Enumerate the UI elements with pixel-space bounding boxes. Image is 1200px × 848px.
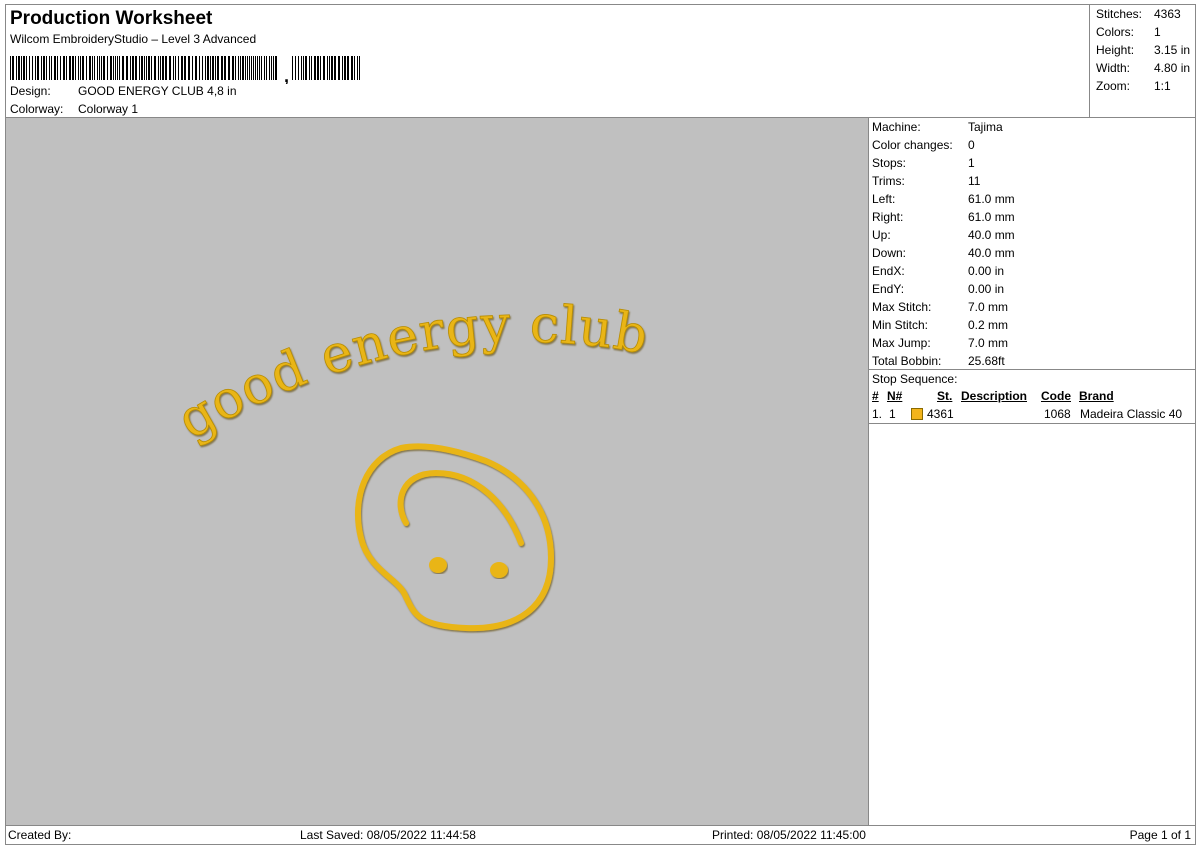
stop-sequence-title: Stop Sequence:: [872, 372, 958, 386]
machine-info-panel: Machine: Tajima Color changes: 0 Stops: 1 T…: [868, 117, 1196, 826]
info-right: Right: 61.0 mm: [872, 210, 1015, 224]
footer: Created By: Last Saved: 08/05/2022 11:44…: [5, 825, 1196, 845]
row-stitches: 4361: [927, 407, 954, 421]
info-endx: EndX: 0.00 in: [872, 264, 1005, 278]
info-left: Left: 61.0 mm: [872, 192, 1015, 206]
stat-height: Height: 3.15 in: [1096, 43, 1191, 57]
info-stops: Stops: 1: [872, 156, 975, 170]
design-preview: good energy club: [5, 117, 869, 826]
smiley-face: [354, 443, 555, 632]
page-number: Page 1 of 1: [1129, 828, 1191, 842]
right-eye: [490, 562, 508, 578]
info-up: Up: 40.0 mm: [872, 228, 1015, 242]
embroidery-artwork: good energy club: [167, 294, 653, 632]
info-min-stitch: Min Stitch: 0.2 mm: [872, 318, 1009, 332]
stat-stitches: Stitches: 4363: [1096, 7, 1181, 21]
software-name: Wilcom EmbroideryStudio – Level 3 Advanc…: [10, 32, 257, 46]
stats-panel: Stitches: 4363 Colors: 1 Height: 3.15 in Wi…: [1089, 4, 1196, 118]
info-max-jump: Max Jump: 7.0 mm: [872, 336, 1009, 350]
info-total-bobbin: Total Bobbin: 25.68ft: [872, 354, 1005, 368]
page-title: Production Worksheet: [10, 8, 213, 29]
row-brand: Madeira Classic 40: [1080, 407, 1183, 421]
design-label: Design:: [10, 84, 51, 98]
col-n: N#: [887, 389, 903, 403]
divider: [869, 369, 1195, 370]
col-st: St.: [937, 389, 953, 403]
row-n: 1: [889, 407, 896, 421]
barcode: ,: [10, 56, 360, 84]
last-saved: Last Saved: 08/05/2022 11:44:58: [300, 828, 476, 842]
info-machine: Machine: Tajima: [872, 120, 1003, 134]
colorway-label: Colorway:: [10, 102, 64, 116]
col-code: Code: [1041, 389, 1071, 403]
row-code: 1068: [1044, 407, 1071, 421]
header-panel: Production Worksheet Wilcom EmbroiderySt…: [5, 4, 1090, 118]
stat-zoom: Zoom: 1:1: [1096, 79, 1171, 93]
stat-width: Width: 4.80 in: [1096, 61, 1191, 75]
colorway-value: Colorway 1: [78, 102, 139, 116]
info-max-stitch: Max Stitch: 7.0 mm: [872, 300, 1009, 314]
col-brand: Brand: [1079, 389, 1114, 403]
colorway-row: Colorway: Colorway 1: [10, 102, 138, 116]
artwork-text: good energy club: [168, 295, 653, 451]
design-value: GOOD ENERGY CLUB 4,8 in: [78, 84, 237, 98]
face-inner-curve: [397, 469, 524, 546]
info-down: Down: 40.0 mm: [872, 246, 1015, 260]
stat-colors: Colors: 1: [1096, 25, 1161, 39]
col-description: Description: [961, 389, 1028, 403]
left-eye: [429, 557, 447, 573]
info-color-changes: Color changes: 0: [872, 138, 975, 152]
printed-date: Printed: 08/05/2022 11:45:00: [712, 828, 866, 842]
col-num: #: [872, 389, 879, 403]
design-row: Design: GOOD ENERGY CLUB 4,8 in: [10, 84, 237, 98]
row-num: 1.: [872, 407, 883, 421]
info-endy: EndY: 0.00 in: [872, 282, 1005, 296]
svg-text:,: ,: [284, 66, 289, 84]
thread-color-swatch: [911, 408, 923, 420]
created-by: Created By:: [8, 828, 72, 842]
divider: [869, 423, 1195, 424]
info-trims: Trims: 11: [872, 174, 981, 188]
